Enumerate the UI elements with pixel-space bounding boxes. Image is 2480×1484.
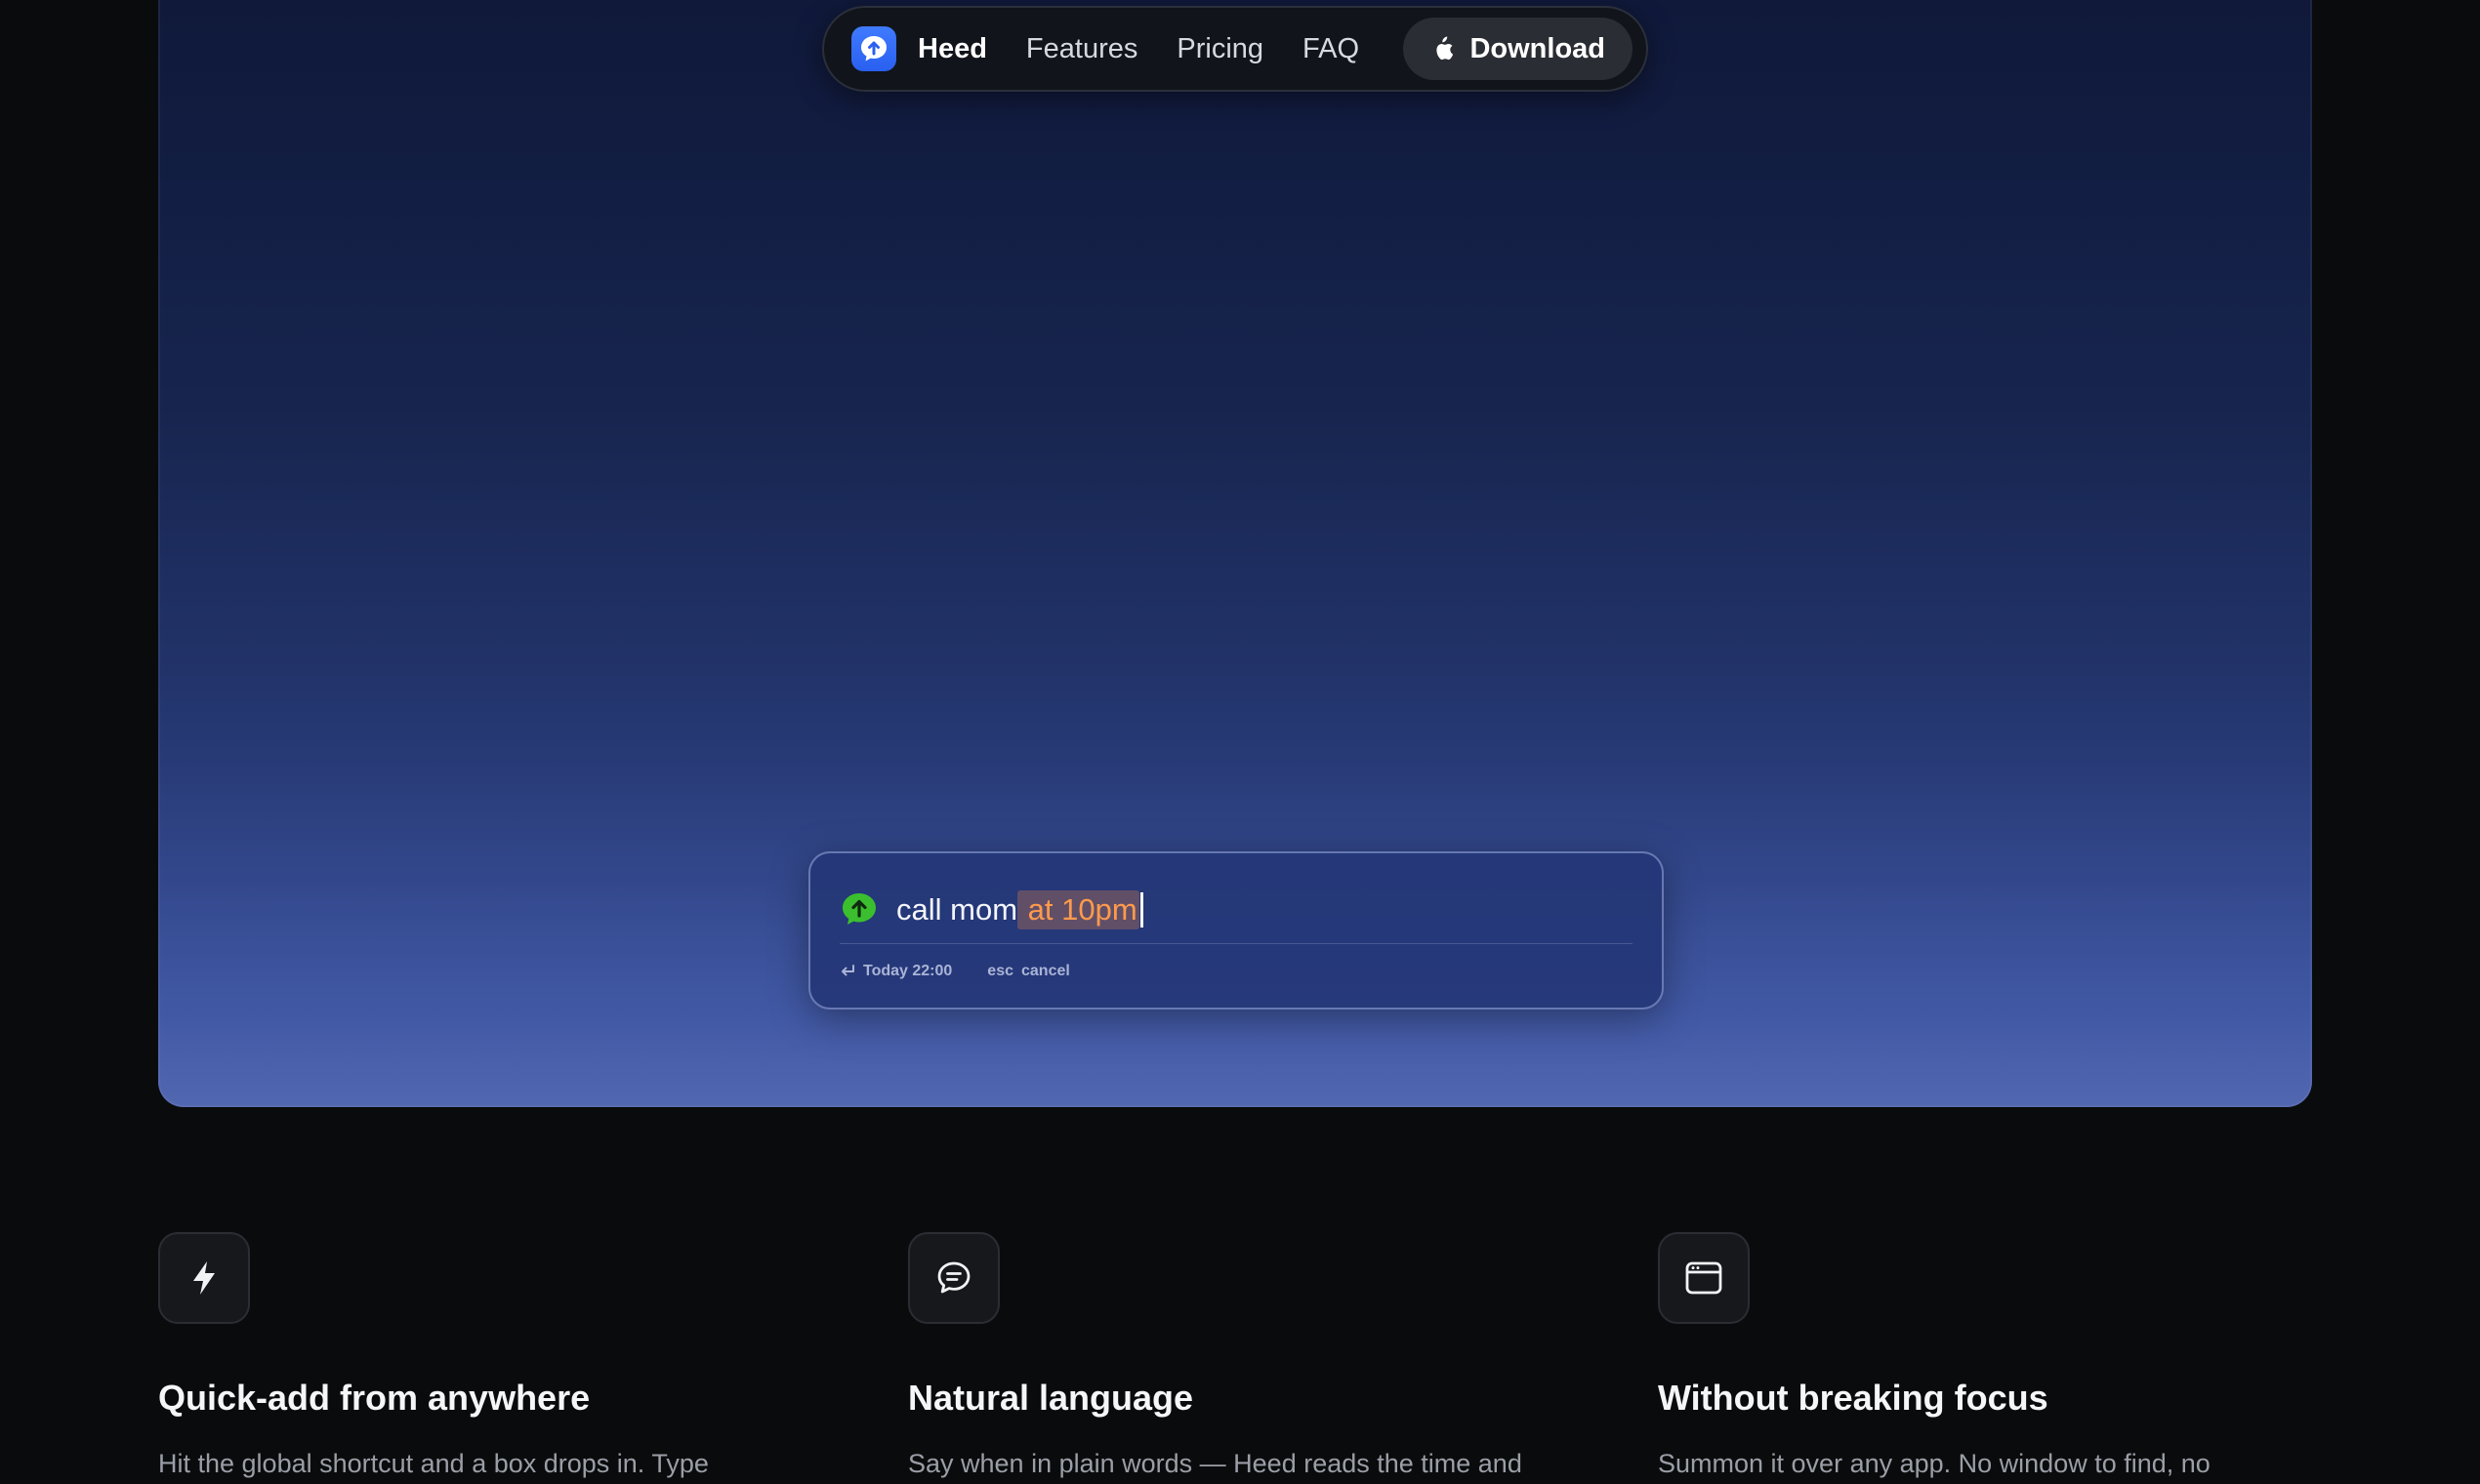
cancel-hint[interactable]: cancel — [1021, 963, 1070, 980]
feature-title: Without breaking focus — [1658, 1378, 2048, 1418]
quick-add-divider — [840, 943, 1633, 944]
nav-link-pricing[interactable]: Pricing — [1177, 33, 1263, 65]
feature-title: Quick-add from anywhere — [158, 1378, 591, 1418]
feature-description: Say when in plain words — Heed reads the… — [908, 1449, 1522, 1478]
esc-key-hint: esc — [987, 963, 1013, 979]
arrow-up-circle-icon — [840, 890, 879, 929]
feature-natural-language: Natural language Say when in plain words… — [908, 1232, 1572, 1482]
quick-add-box[interactable]: call mom at 10pm Today 22:00 esc cancel — [808, 851, 1664, 1010]
chat-bubble-icon — [908, 1232, 1000, 1324]
quick-add-row: call mom at 10pm — [840, 883, 1633, 937]
feature-quick-add: Quick-add from anywhere Hit the global s… — [158, 1232, 822, 1482]
quick-add-hints: Today 22:00 esc cancel — [840, 963, 1070, 980]
top-nav: Heed Features Pricing FAQ Download — [822, 6, 1648, 92]
quick-add-text: call mom — [896, 892, 1018, 927]
feature-description: Summon it over any app. No window to fin… — [1658, 1449, 2211, 1478]
feature-title: Natural language — [908, 1378, 1194, 1418]
lightning-icon — [158, 1232, 250, 1324]
download-label: Download — [1469, 32, 1605, 64]
nav-link-features[interactable]: Features — [1026, 33, 1137, 65]
brand-name[interactable]: Heed — [918, 33, 987, 65]
quick-add-input[interactable]: call mom at 10pm — [896, 890, 1143, 929]
parsed-time-highlight: at 10pm — [1017, 890, 1139, 929]
heed-logo-icon[interactable] — [851, 26, 896, 71]
text-caret — [1139, 892, 1143, 928]
download-button[interactable]: Download — [1403, 18, 1633, 80]
return-icon — [840, 965, 855, 978]
apple-icon — [1432, 36, 1454, 62]
feature-description: Hit the global shortcut and a box drops … — [158, 1449, 709, 1478]
landing-page: Heed Features Pricing FAQ Download call … — [0, 0, 2480, 1484]
scheduled-time-hint: Today 22:00 — [863, 963, 953, 979]
nav-link-faq[interactable]: FAQ — [1302, 33, 1359, 65]
window-icon — [1658, 1232, 1750, 1324]
feature-without-breaking-focus: Without breaking focus Summon it over an… — [1658, 1232, 2322, 1482]
